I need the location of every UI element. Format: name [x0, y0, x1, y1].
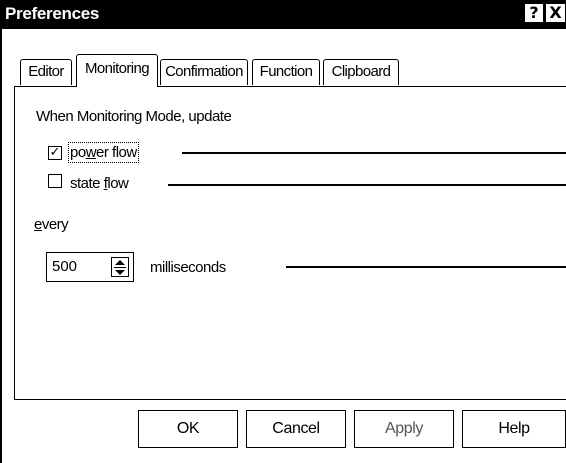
- callout-line-state-flow: [168, 184, 566, 186]
- power-flow-label[interactable]: power flow: [68, 142, 139, 163]
- window-left-border: [0, 29, 2, 463]
- cancel-button[interactable]: Cancel: [246, 410, 346, 448]
- apply-button[interactable]: Apply: [354, 410, 454, 448]
- every-label: every: [34, 216, 69, 233]
- callout-line-interval: [286, 266, 566, 268]
- tab-monitoring[interactable]: Monitoring: [76, 54, 158, 87]
- monitoring-panel: [14, 86, 566, 400]
- help-button[interactable]: Help: [462, 410, 566, 448]
- state-flow-checkbox[interactable]: [48, 174, 62, 188]
- arrow-up-icon[interactable]: [115, 260, 125, 265]
- power-flow-checkbox[interactable]: ✓: [48, 146, 62, 160]
- close-icon[interactable]: X: [545, 3, 566, 23]
- tab-confirmation[interactable]: Confirmation: [160, 59, 248, 85]
- interval-spinbox[interactable]: 500: [46, 252, 134, 282]
- spin-divider: [114, 267, 126, 268]
- tab-editor[interactable]: Editor: [20, 59, 72, 85]
- title-bar[interactable]: Preferences ? X: [0, 0, 566, 29]
- preferences-dialog: Preferences ? X Editor Monitoring Confir…: [0, 0, 566, 463]
- tab-clipboard[interactable]: Clipboard: [323, 59, 399, 85]
- tab-function[interactable]: Function: [252, 59, 320, 85]
- arrow-down-icon[interactable]: [115, 270, 125, 275]
- help-icon[interactable]: ?: [524, 3, 544, 23]
- state-flow-label[interactable]: state flow: [70, 175, 129, 192]
- ok-button[interactable]: OK: [138, 410, 238, 448]
- interval-value[interactable]: 500: [52, 258, 77, 275]
- check-mark-icon: ✓: [49, 145, 61, 160]
- callout-line-power-flow: [182, 152, 566, 154]
- interval-unit-label: milliseconds: [150, 259, 226, 276]
- update-heading: When Monitoring Mode, update: [36, 108, 232, 125]
- window-title: Preferences: [5, 4, 100, 23]
- spin-control[interactable]: [111, 257, 129, 277]
